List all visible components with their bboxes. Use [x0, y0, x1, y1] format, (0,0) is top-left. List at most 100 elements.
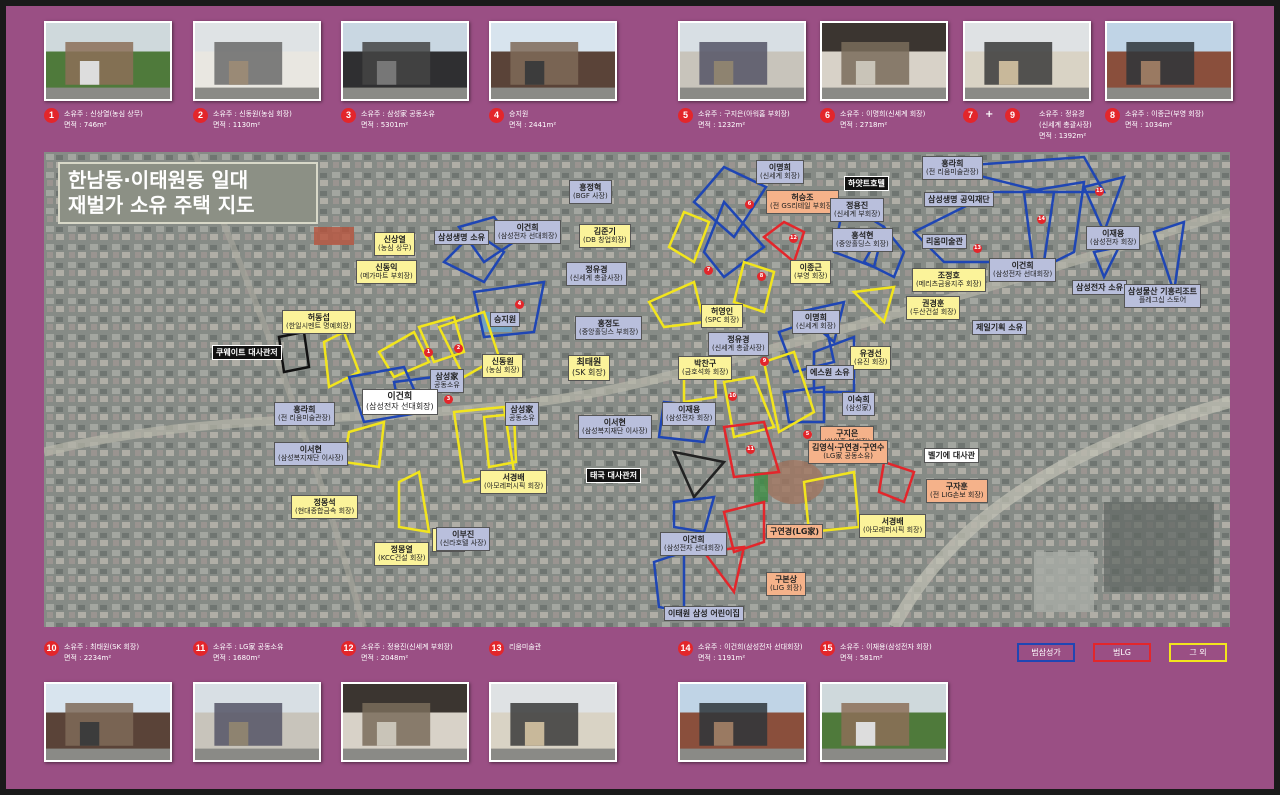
- owner-label[interactable]: 이서현 (삼성복지재단 이사장): [578, 415, 652, 439]
- top-photo-number: 1: [44, 108, 59, 123]
- owner-label[interactable]: 이건희 (삼성전자 선대회장): [362, 389, 438, 415]
- owner-label[interactable]: 벨기에 대사관: [924, 448, 979, 463]
- owner-title: (삼성전자 선대회장): [664, 544, 724, 552]
- owner-title: (삼성전자 회장): [666, 414, 713, 422]
- map-marker[interactable]: 8: [757, 272, 766, 281]
- owner-label[interactable]: 홍석현 (중앙홀딩스 회장): [832, 228, 893, 252]
- owner-label[interactable]: 정유경 (신세계 총괄사장): [708, 332, 769, 356]
- owner-name: 태국 대사관저: [590, 471, 637, 480]
- owner-label[interactable]: 김준기 (DB 창업회장): [579, 224, 631, 248]
- owner-label[interactable]: 삼성물산 기흥리조트 플레그십 스토어: [1124, 284, 1202, 308]
- map-marker[interactable]: 13: [973, 244, 982, 253]
- owner-name: 정몽석: [313, 498, 336, 507]
- owner-name: 최태원: [576, 358, 602, 368]
- caption-owner: 리움미술관: [509, 643, 542, 651]
- owner-label[interactable]: 이명희 (신세계 회장): [792, 310, 840, 334]
- owner-label[interactable]: 이재용 (삼성전자 회장): [1086, 226, 1141, 250]
- map-area[interactable]: 한남동·이태원동 일대 재벌가 소유 주택 지도 흥정혁 (BGF 사장) 이명희(…: [44, 152, 1230, 627]
- top-photo-caption: 소유주 : 이종근(부영 회장) 면적 : 1034m²: [1125, 109, 1204, 131]
- map-marker[interactable]: 3: [444, 395, 453, 404]
- owner-label[interactable]: 태국 대사관저: [586, 468, 641, 483]
- map-marker[interactable]: 2: [454, 344, 463, 353]
- owner-label[interactable]: 신동원 (농심 회장): [482, 354, 524, 378]
- owner-label[interactable]: 이건희 (삼성전자 선대회장): [660, 532, 728, 556]
- owner-label[interactable]: 유경선 (유진 회장): [850, 346, 892, 370]
- top-photo-caption: 소유주 : 신상열(농심 상무) 면적 : 746m²: [64, 109, 143, 131]
- owner-label[interactable]: 에스원 소유: [806, 365, 854, 380]
- owner-title: (신세계 회장): [796, 322, 836, 330]
- owner-label[interactable]: 최태원 (SK 회장): [568, 355, 610, 381]
- owner-label[interactable]: 이명희 (신세계 회장): [756, 160, 804, 184]
- owner-label[interactable]: 이건희 (삼성전자 선대회장): [989, 258, 1057, 282]
- owner-label[interactable]: 구연경(LG家): [766, 524, 824, 539]
- owner-title: (삼성전자 선대회장): [366, 402, 434, 411]
- owner-label[interactable]: 홍라희 (전 리움미술관장): [274, 402, 335, 426]
- owner-label[interactable]: 승지원: [490, 312, 521, 327]
- owner-label[interactable]: 이건희 (삼성전자 선대회장): [494, 220, 562, 244]
- bottom-photo-number: 14: [678, 641, 693, 656]
- owner-label[interactable]: 서경배 (아모레퍼시픽 회장): [859, 514, 927, 538]
- map-marker[interactable]: 1: [424, 348, 433, 357]
- map-marker[interactable]: 6: [745, 200, 754, 209]
- owner-label[interactable]: 신동익 (메가마트 부회장): [356, 260, 417, 284]
- map-marker[interactable]: 14: [1037, 215, 1046, 224]
- map-marker[interactable]: 15: [1095, 187, 1104, 196]
- owner-label[interactable]: 이태원 삼성 어린이집: [664, 606, 744, 621]
- owner-label[interactable]: 박찬구 (금호석화 회장): [678, 356, 733, 380]
- owner-label[interactable]: 허승조 (전 GS리테일 부회장): [766, 190, 839, 214]
- caption-area: 면적 : 2234m²: [64, 654, 112, 662]
- owner-label[interactable]: 하얏트호텔: [844, 176, 889, 191]
- map-marker[interactable]: 10: [728, 392, 737, 401]
- owner-label[interactable]: 정몽열 (KCC건설 회장): [374, 542, 430, 566]
- map-marker[interactable]: 12: [789, 234, 798, 243]
- map-marker[interactable]: 4: [515, 300, 524, 309]
- owner-label[interactable]: 정유경 (신세계 총괄사장): [566, 262, 627, 286]
- owner-label[interactable]: 홍정도 (중앙홀딩스 부회장): [575, 316, 643, 340]
- owner-label[interactable]: 신상열 (농심 상무): [374, 232, 416, 256]
- owner-label[interactable]: 이숙희 (삼성家): [842, 392, 876, 416]
- owner-label[interactable]: 이부진 (신라호텔 사장): [436, 527, 491, 551]
- caption-area: 면적 : 1680m²: [213, 654, 261, 662]
- owner-label[interactable]: 삼성전자 소유: [1072, 280, 1127, 295]
- owner-title: (현대종합금속 회장): [295, 507, 355, 515]
- owner-label[interactable]: 권경훈 (두산건설 회장): [906, 296, 961, 320]
- owner-label[interactable]: 흥정혁 (BGF 사장): [569, 180, 612, 204]
- owner-label[interactable]: 홍라희 (전 리움미술관장): [922, 156, 983, 180]
- owner-name: 홍라희: [293, 405, 316, 414]
- owner-label[interactable]: 이종근 (부영 회장): [790, 260, 832, 284]
- owner-title: (농심 상무): [378, 244, 412, 252]
- owner-label[interactable]: 삼성생명 공익재단: [924, 192, 994, 207]
- owner-label[interactable]: 구자훈 (전 LIG손보 회장): [926, 479, 988, 503]
- owner-label[interactable]: 허영인 (SPC 회장): [701, 304, 744, 328]
- owner-label[interactable]: 쿠웨이트 대사관저: [212, 345, 282, 360]
- owner-label[interactable]: 제일기획 소유: [972, 320, 1027, 335]
- map-marker[interactable]: 11: [746, 445, 755, 454]
- owner-name: 김영식·구연경·구연수: [812, 443, 885, 452]
- map-marker[interactable]: 5: [803, 430, 812, 439]
- owner-label[interactable]: 김영식·구연경·구연수 (LG家 공동소유): [808, 440, 889, 464]
- owner-label[interactable]: 정몽석 (현대종합금속 회장): [291, 495, 359, 519]
- map-marker[interactable]: 7: [704, 266, 713, 275]
- owner-label[interactable]: 허동섭 (한일시멘트 명예회장): [282, 310, 356, 334]
- owner-label[interactable]: 삼성家 공동소유: [505, 402, 539, 426]
- owner-name: 이종근: [799, 263, 822, 272]
- owner-name: 이재용: [678, 405, 701, 414]
- owner-label[interactable]: 리움미술관: [922, 234, 967, 249]
- map-marker[interactable]: 9: [760, 357, 769, 366]
- owner-title: (LG家 공동소유): [823, 452, 874, 460]
- owner-label[interactable]: 구본상 (LIG 회장): [766, 572, 806, 596]
- top-photo-6: [820, 21, 948, 101]
- owner-name: 이서현: [299, 445, 322, 454]
- owner-name: 권경훈: [922, 299, 945, 308]
- owner-label[interactable]: 서경배 (아모레퍼시픽 회장): [480, 470, 548, 494]
- owner-title: (삼성복지재단 이사장): [582, 427, 648, 435]
- owner-title: (SPC 회장): [705, 316, 740, 324]
- owner-label[interactable]: 이서현 (삼성복지재단 이사장): [274, 442, 348, 466]
- owner-label[interactable]: 조정호 (메리츠금융지주 회장): [912, 268, 986, 292]
- owner-label[interactable]: 정용진 (신세계 부회장): [830, 198, 885, 222]
- owner-name: 이재용: [1102, 229, 1125, 238]
- caption-area: 면적 : 2048m²: [361, 654, 409, 662]
- owner-label[interactable]: 이재용 (삼성전자 회장): [662, 402, 717, 426]
- owner-label[interactable]: 삼성생명 소유: [434, 230, 489, 245]
- caption-area: 면적 : 1034m²: [1125, 121, 1173, 129]
